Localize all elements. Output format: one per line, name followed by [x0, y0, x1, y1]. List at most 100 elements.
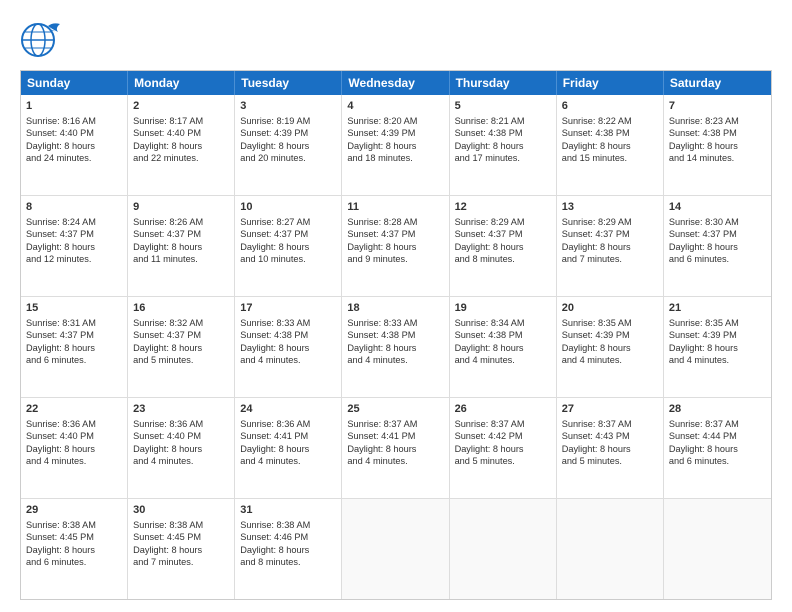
day-number: 22	[26, 402, 122, 417]
empty-cell	[342, 499, 449, 599]
day-number: 30	[133, 503, 229, 518]
day-cell-27: 27Sunrise: 8:37 AMSunset: 4:43 PMDayligh…	[557, 398, 664, 498]
day-cell-11: 11Sunrise: 8:28 AMSunset: 4:37 PMDayligh…	[342, 196, 449, 296]
day-info-line-0: Sunrise: 8:26 AM	[133, 216, 229, 228]
day-info-line-0: Sunrise: 8:37 AM	[562, 418, 658, 430]
day-info-line-3: and 7 minutes.	[562, 253, 658, 265]
day-info-line-2: Daylight: 8 hours	[26, 443, 122, 455]
day-number: 18	[347, 301, 443, 316]
day-number: 8	[26, 200, 122, 215]
day-info-line-0: Sunrise: 8:28 AM	[347, 216, 443, 228]
day-info-line-1: Sunset: 4:37 PM	[669, 228, 766, 240]
day-info-line-2: Daylight: 8 hours	[562, 342, 658, 354]
day-info-line-3: and 5 minutes.	[562, 455, 658, 467]
day-info-line-3: and 4 minutes.	[669, 354, 766, 366]
calendar-week-5: 29Sunrise: 8:38 AMSunset: 4:45 PMDayligh…	[21, 499, 771, 599]
day-info-line-3: and 14 minutes.	[669, 152, 766, 164]
day-cell-23: 23Sunrise: 8:36 AMSunset: 4:40 PMDayligh…	[128, 398, 235, 498]
day-number: 7	[669, 99, 766, 114]
day-info-line-3: and 4 minutes.	[26, 455, 122, 467]
day-cell-6: 6Sunrise: 8:22 AMSunset: 4:38 PMDaylight…	[557, 95, 664, 195]
day-info-line-0: Sunrise: 8:31 AM	[26, 317, 122, 329]
day-info-line-2: Daylight: 8 hours	[347, 443, 443, 455]
day-cell-3: 3Sunrise: 8:19 AMSunset: 4:39 PMDaylight…	[235, 95, 342, 195]
day-info-line-3: and 12 minutes.	[26, 253, 122, 265]
day-number: 12	[455, 200, 551, 215]
header-day-friday: Friday	[557, 71, 664, 95]
day-info-line-1: Sunset: 4:37 PM	[455, 228, 551, 240]
day-cell-14: 14Sunrise: 8:30 AMSunset: 4:37 PMDayligh…	[664, 196, 771, 296]
day-number: 21	[669, 301, 766, 316]
day-info-line-2: Daylight: 8 hours	[26, 342, 122, 354]
day-info-line-2: Daylight: 8 hours	[240, 443, 336, 455]
day-info-line-1: Sunset: 4:41 PM	[347, 430, 443, 442]
day-info-line-0: Sunrise: 8:29 AM	[562, 216, 658, 228]
day-info-line-0: Sunrise: 8:20 AM	[347, 115, 443, 127]
day-info-line-3: and 6 minutes.	[669, 455, 766, 467]
day-info-line-0: Sunrise: 8:24 AM	[26, 216, 122, 228]
day-info-line-2: Daylight: 8 hours	[26, 544, 122, 556]
day-info-line-2: Daylight: 8 hours	[669, 443, 766, 455]
day-cell-4: 4Sunrise: 8:20 AMSunset: 4:39 PMDaylight…	[342, 95, 449, 195]
day-info-line-0: Sunrise: 8:38 AM	[26, 519, 122, 531]
day-info-line-1: Sunset: 4:38 PM	[455, 127, 551, 139]
day-info-line-0: Sunrise: 8:38 AM	[240, 519, 336, 531]
day-info-line-2: Daylight: 8 hours	[133, 241, 229, 253]
day-info-line-1: Sunset: 4:42 PM	[455, 430, 551, 442]
day-info-line-0: Sunrise: 8:36 AM	[133, 418, 229, 430]
calendar-week-1: 1Sunrise: 8:16 AMSunset: 4:40 PMDaylight…	[21, 95, 771, 196]
day-info-line-0: Sunrise: 8:32 AM	[133, 317, 229, 329]
day-info-line-2: Daylight: 8 hours	[133, 140, 229, 152]
empty-cell	[557, 499, 664, 599]
day-info-line-3: and 8 minutes.	[240, 556, 336, 568]
day-info-line-0: Sunrise: 8:17 AM	[133, 115, 229, 127]
day-cell-31: 31Sunrise: 8:38 AMSunset: 4:46 PMDayligh…	[235, 499, 342, 599]
day-info-line-0: Sunrise: 8:36 AM	[240, 418, 336, 430]
day-info-line-2: Daylight: 8 hours	[347, 140, 443, 152]
day-info-line-1: Sunset: 4:39 PM	[562, 329, 658, 341]
day-info-line-3: and 24 minutes.	[26, 152, 122, 164]
header-day-tuesday: Tuesday	[235, 71, 342, 95]
day-number: 26	[455, 402, 551, 417]
day-info-line-0: Sunrise: 8:27 AM	[240, 216, 336, 228]
day-cell-10: 10Sunrise: 8:27 AMSunset: 4:37 PMDayligh…	[235, 196, 342, 296]
day-info-line-2: Daylight: 8 hours	[26, 241, 122, 253]
day-number: 29	[26, 503, 122, 518]
day-info-line-1: Sunset: 4:37 PM	[133, 329, 229, 341]
day-info-line-2: Daylight: 8 hours	[669, 241, 766, 253]
header-day-wednesday: Wednesday	[342, 71, 449, 95]
day-info-line-1: Sunset: 4:45 PM	[133, 531, 229, 543]
day-info-line-1: Sunset: 4:37 PM	[26, 329, 122, 341]
day-info-line-0: Sunrise: 8:36 AM	[26, 418, 122, 430]
header-day-saturday: Saturday	[664, 71, 771, 95]
day-info-line-3: and 20 minutes.	[240, 152, 336, 164]
day-cell-26: 26Sunrise: 8:37 AMSunset: 4:42 PMDayligh…	[450, 398, 557, 498]
day-cell-30: 30Sunrise: 8:38 AMSunset: 4:45 PMDayligh…	[128, 499, 235, 599]
day-info-line-0: Sunrise: 8:35 AM	[669, 317, 766, 329]
calendar-week-3: 15Sunrise: 8:31 AMSunset: 4:37 PMDayligh…	[21, 297, 771, 398]
calendar-week-4: 22Sunrise: 8:36 AMSunset: 4:40 PMDayligh…	[21, 398, 771, 499]
day-number: 5	[455, 99, 551, 114]
day-info-line-1: Sunset: 4:44 PM	[669, 430, 766, 442]
day-info-line-2: Daylight: 8 hours	[133, 342, 229, 354]
day-info-line-1: Sunset: 4:37 PM	[240, 228, 336, 240]
day-number: 3	[240, 99, 336, 114]
day-info-line-3: and 8 minutes.	[455, 253, 551, 265]
day-info-line-2: Daylight: 8 hours	[133, 544, 229, 556]
day-info-line-2: Daylight: 8 hours	[240, 140, 336, 152]
day-number: 20	[562, 301, 658, 316]
day-info-line-1: Sunset: 4:37 PM	[26, 228, 122, 240]
day-info-line-1: Sunset: 4:38 PM	[562, 127, 658, 139]
day-info-line-3: and 6 minutes.	[26, 556, 122, 568]
day-info-line-0: Sunrise: 8:29 AM	[455, 216, 551, 228]
day-cell-8: 8Sunrise: 8:24 AMSunset: 4:37 PMDaylight…	[21, 196, 128, 296]
day-info-line-3: and 6 minutes.	[669, 253, 766, 265]
day-info-line-3: and 5 minutes.	[133, 354, 229, 366]
day-info-line-3: and 4 minutes.	[562, 354, 658, 366]
day-cell-20: 20Sunrise: 8:35 AMSunset: 4:39 PMDayligh…	[557, 297, 664, 397]
day-info-line-2: Daylight: 8 hours	[455, 443, 551, 455]
day-info-line-1: Sunset: 4:38 PM	[669, 127, 766, 139]
header-day-thursday: Thursday	[450, 71, 557, 95]
day-info-line-1: Sunset: 4:38 PM	[347, 329, 443, 341]
day-cell-28: 28Sunrise: 8:37 AMSunset: 4:44 PMDayligh…	[664, 398, 771, 498]
